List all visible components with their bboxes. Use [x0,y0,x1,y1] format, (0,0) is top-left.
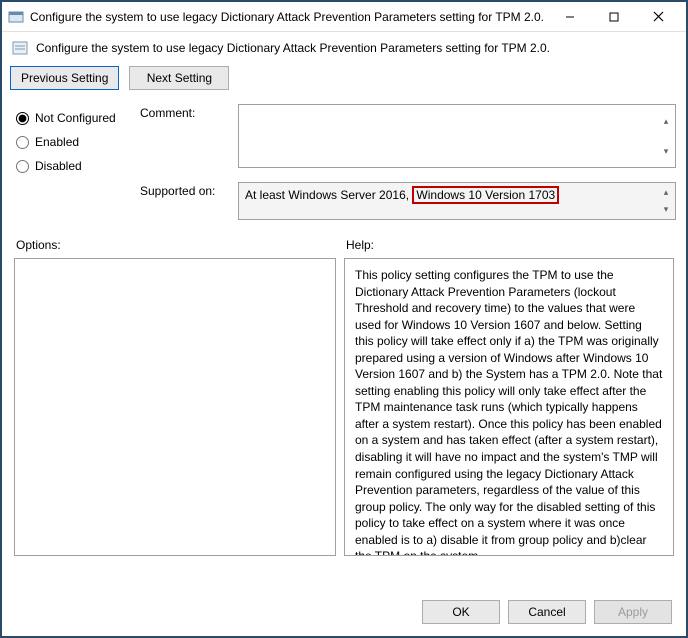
help-text: This policy setting configures the TPM t… [355,268,662,556]
policy-info-line: Configure the system to use legacy Dicti… [2,32,686,66]
maximize-button[interactable] [592,3,636,31]
radio-not-configured-label: Not Configured [35,111,116,125]
ok-button[interactable]: OK [422,600,500,624]
minimize-button[interactable] [548,3,592,31]
help-panel: This policy setting configures the TPM t… [344,258,674,556]
close-button[interactable] [636,3,680,31]
radio-disabled-label: Disabled [35,159,82,173]
options-header: Options: [16,238,346,252]
policy-icon [12,40,28,56]
radio-not-configured[interactable]: Not Configured [16,106,128,130]
radio-enabled-label: Enabled [35,135,79,149]
supported-on-highlight: Windows 10 Version 1703 [412,186,559,204]
supported-on-prefix: At least Windows Server 2016, [245,188,409,202]
dialog-footer: OK Cancel Apply [2,590,686,636]
next-setting-button[interactable]: Next Setting [129,66,229,90]
policy-info-text: Configure the system to use legacy Dicti… [36,41,550,55]
gpedit-icon [8,9,24,25]
radio-disabled-input[interactable] [16,160,29,173]
options-panel [14,258,336,556]
comment-scroll-up-icon[interactable]: ▴ [658,106,674,136]
supported-scroll-down-icon[interactable]: ▾ [658,201,674,218]
supported-on-field: At least Windows Server 2016, Windows 10… [238,182,676,220]
nav-buttons: Previous Setting Next Setting [2,66,686,100]
radio-not-configured-input[interactable] [16,112,29,125]
comment-label: Comment: [140,104,228,168]
apply-button[interactable]: Apply [594,600,672,624]
radio-enabled-input[interactable] [16,136,29,149]
state-radios: Not Configured Enabled Disabled [16,104,128,220]
previous-setting-button[interactable]: Previous Setting [10,66,119,90]
supported-on-label: Supported on: [140,182,228,220]
window-title: Configure the system to use legacy Dicti… [30,10,548,24]
cancel-button[interactable]: Cancel [508,600,586,624]
radio-disabled[interactable]: Disabled [16,154,128,178]
comment-input[interactable]: ▴ ▾ [238,104,676,168]
comment-scroll-down-icon[interactable]: ▾ [658,136,674,166]
titlebar: Configure the system to use legacy Dicti… [2,2,686,32]
supported-scroll-up-icon[interactable]: ▴ [658,184,674,201]
radio-enabled[interactable]: Enabled [16,130,128,154]
help-header: Help: [346,238,374,252]
